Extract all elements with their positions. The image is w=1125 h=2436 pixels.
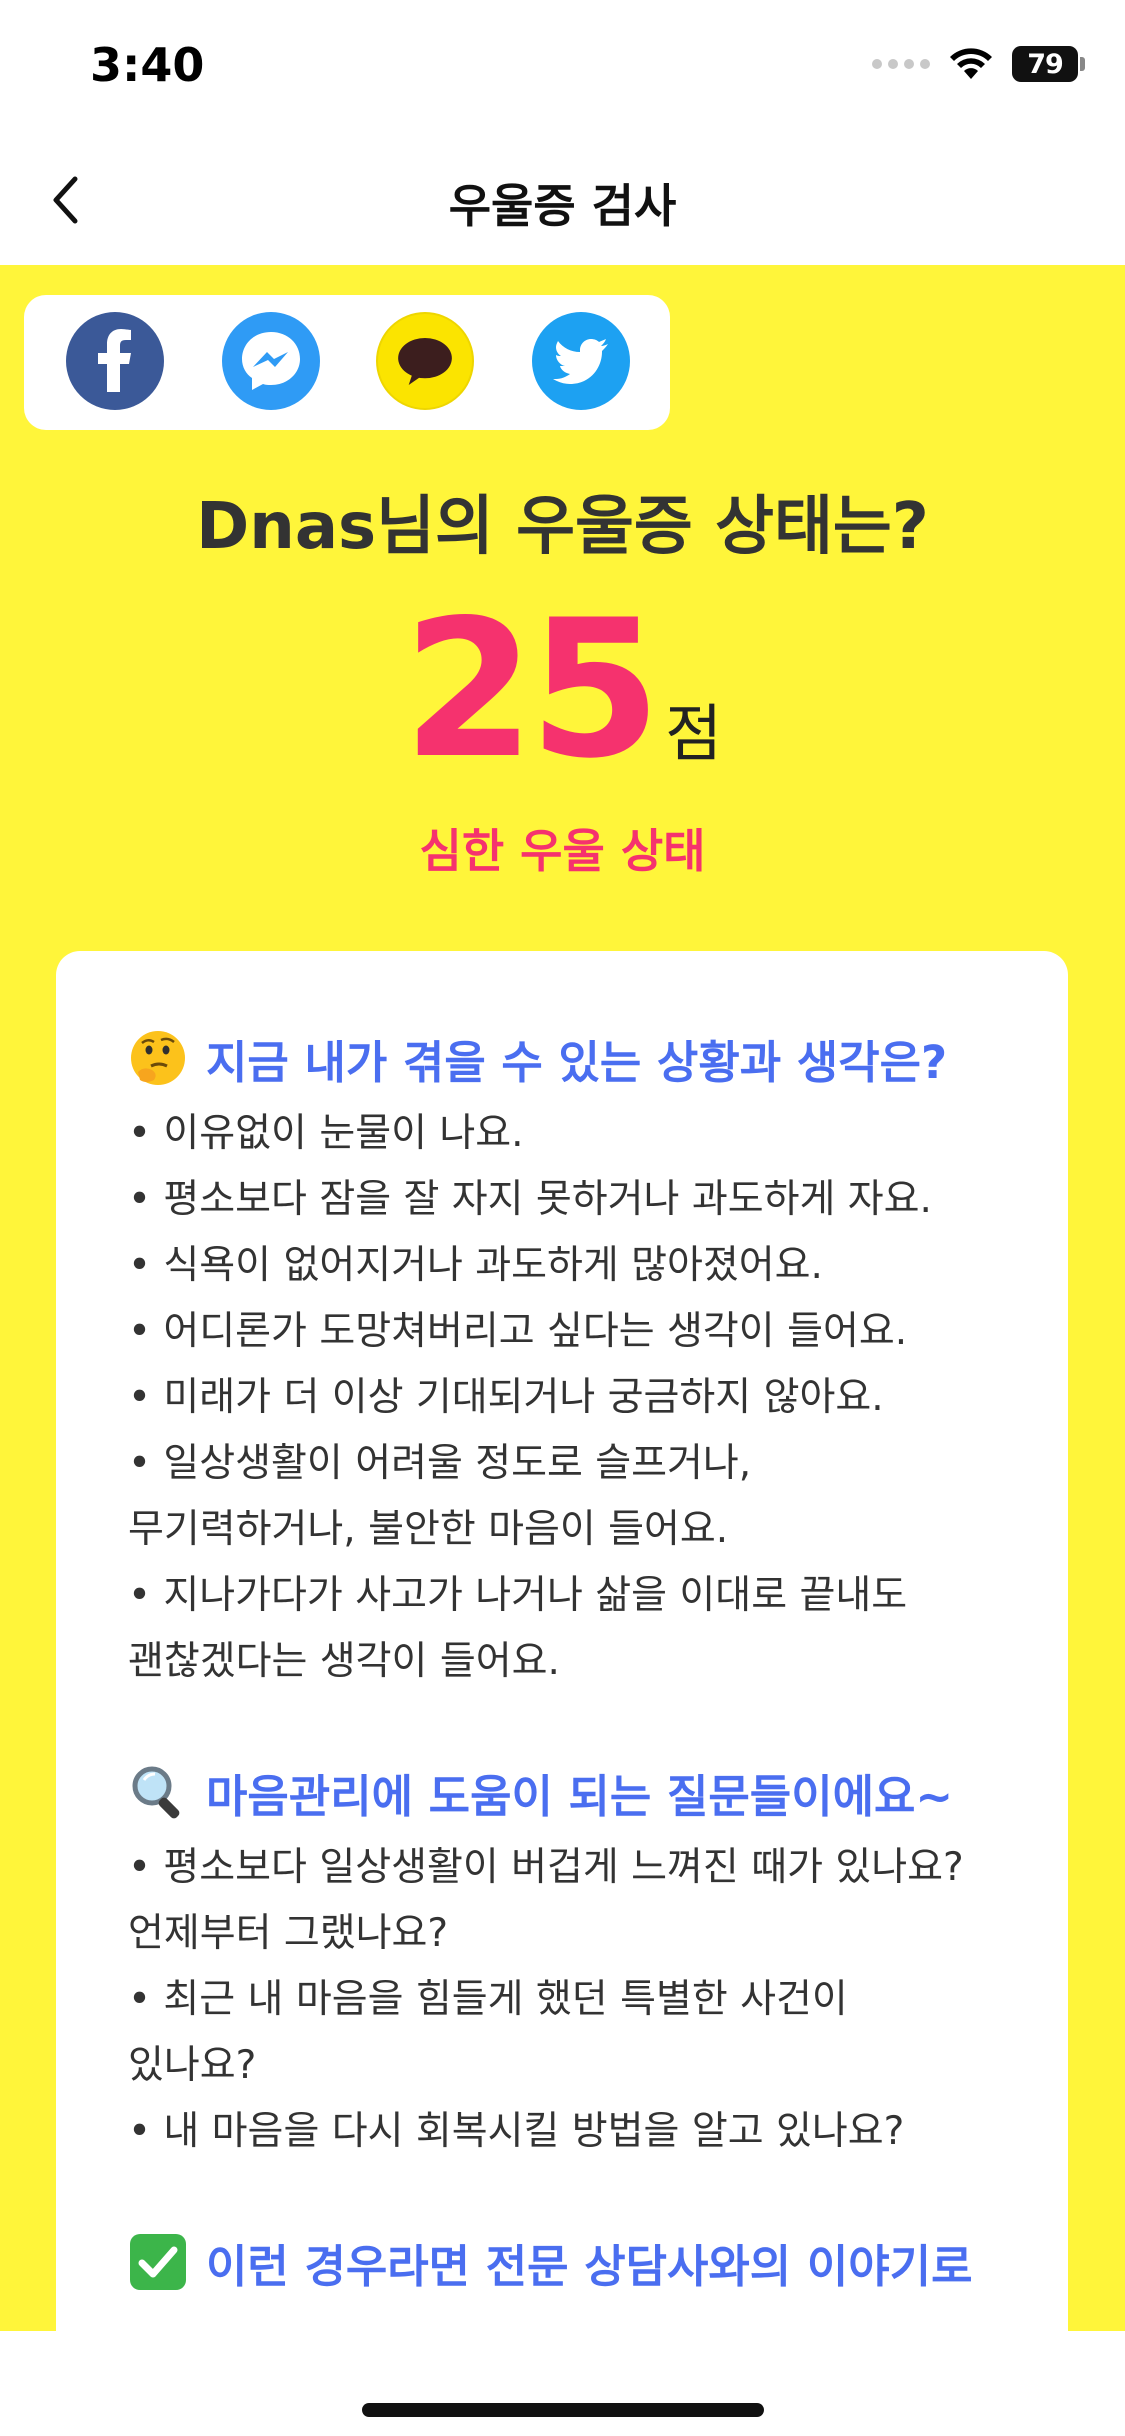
messenger-icon[interactable] bbox=[222, 312, 320, 410]
list-item: • 식욕이 없어지거나 과도하게 많아졌어요. bbox=[128, 1243, 823, 1288]
section-title-text: 이런 경우라면 전문 상담사와의 이야기로 bbox=[206, 2239, 973, 2293]
list-item: • 이유없이 눈물이 나요. bbox=[128, 1111, 524, 1156]
battery-level: 79 bbox=[1012, 46, 1078, 82]
wifi-icon bbox=[948, 47, 994, 81]
kakaotalk-icon[interactable] bbox=[376, 312, 474, 410]
list-item: • 어디론가 도망쳐버리고 싶다는 생각이 들어요. bbox=[128, 1309, 908, 1354]
magnifying-glass-icon bbox=[128, 1762, 188, 1822]
page-title: 우울증 검사 bbox=[448, 179, 677, 233]
score-display: 25 점 bbox=[0, 595, 1125, 785]
check-mark-icon bbox=[128, 2232, 188, 2292]
cellular-signal-icon bbox=[872, 59, 930, 69]
bullet-list: • 평소보다 일상생활이 버겁게 느껴진 때가 있나요? 언제부터 그랬나요? … bbox=[128, 1835, 1028, 2165]
list-item: • 미래가 더 이상 기대되거나 궁금하지 않아요. bbox=[128, 1375, 884, 1420]
twitter-icon[interactable] bbox=[532, 312, 630, 410]
facebook-icon[interactable] bbox=[66, 312, 164, 410]
advice-card: 지금 내가 겪을 수 있는 상황과 생각은? • 이유없이 눈물이 나요. • … bbox=[56, 951, 1068, 2331]
list-item: • 지나가다가 사고가 나거나 삶을 이대로 끝내도 bbox=[128, 1573, 908, 1618]
list-item: 무기력하거나, 불안한 마음이 들어요. bbox=[128, 1507, 729, 1552]
list-item: 있나요? bbox=[128, 2043, 257, 2088]
battery-icon: 79 bbox=[1012, 46, 1085, 82]
section-title: 이런 경우라면 전문 상담사와의 이야기로 bbox=[128, 2225, 1028, 2299]
list-item: • 일상생활이 어려울 정도로 슬프거나, bbox=[128, 1441, 752, 1486]
bottom-safe-area bbox=[0, 2331, 1125, 2436]
list-item: • 평소보다 일상생활이 버겁게 느껴진 때가 있나요? bbox=[128, 1845, 964, 1890]
list-item: 괜찮겠다는 생각이 들어요. bbox=[128, 1639, 560, 1684]
bullet-list: • 이유없이 눈물이 나요. • 평소보다 잠을 잘 자지 못하거나 과도하게 … bbox=[128, 1101, 1028, 1695]
section-questions: 마음관리에 도움이 되는 질문들이에요~ • 평소보다 일상생활이 버겁게 느껴… bbox=[128, 1755, 1028, 2165]
list-item: • 내 마음을 다시 회복시킬 방법을 알고 있나요? bbox=[128, 2109, 905, 2154]
list-item: • 평소보다 잠을 잘 자지 못하거나 과도하게 자요. bbox=[128, 1177, 932, 1222]
screen: 3:40 79 우울증 검사 Dnas님의 우울증 상태는? 25 점 심한 우… bbox=[0, 0, 1125, 2436]
section-title: 마음관리에 도움이 되는 질문들이에요~ bbox=[128, 1755, 1028, 1829]
section-situations: 지금 내가 겪을 수 있는 상황과 생각은? • 이유없이 눈물이 나요. • … bbox=[128, 1021, 1028, 1695]
status-time: 3:40 bbox=[90, 38, 205, 92]
section-title-text: 지금 내가 겪을 수 있는 상황과 생각은? bbox=[206, 1035, 948, 1089]
section-title-text: 마음관리에 도움이 되는 질문들이에요~ bbox=[206, 1769, 954, 1823]
result-content[interactable]: Dnas님의 우울증 상태는? 25 점 심한 우울 상태 지금 내가 겪을 수… bbox=[0, 265, 1125, 2331]
status-bar: 3:40 79 bbox=[0, 0, 1125, 140]
thinking-face-icon bbox=[128, 1028, 188, 1088]
home-indicator[interactable] bbox=[362, 2403, 764, 2417]
result-status: 심한 우울 상태 bbox=[419, 824, 706, 878]
section-counseling: 이런 경우라면 전문 상담사와의 이야기로 bbox=[128, 2225, 1028, 2299]
list-item: 언제부터 그랬나요? bbox=[128, 1911, 449, 1956]
section-title: 지금 내가 겪을 수 있는 상황과 생각은? bbox=[128, 1021, 1028, 1095]
result-title: Dnas님의 우울증 상태는? bbox=[196, 490, 929, 564]
share-bar bbox=[24, 295, 670, 430]
navigation-bar: 우울증 검사 bbox=[0, 140, 1125, 265]
status-indicators: 79 bbox=[872, 46, 1085, 82]
list-item: • 최근 내 마음을 힘들게 했던 특별한 사건이 bbox=[128, 1977, 848, 2022]
score-unit: 점 bbox=[665, 697, 723, 770]
score-value: 25 bbox=[402, 579, 661, 800]
